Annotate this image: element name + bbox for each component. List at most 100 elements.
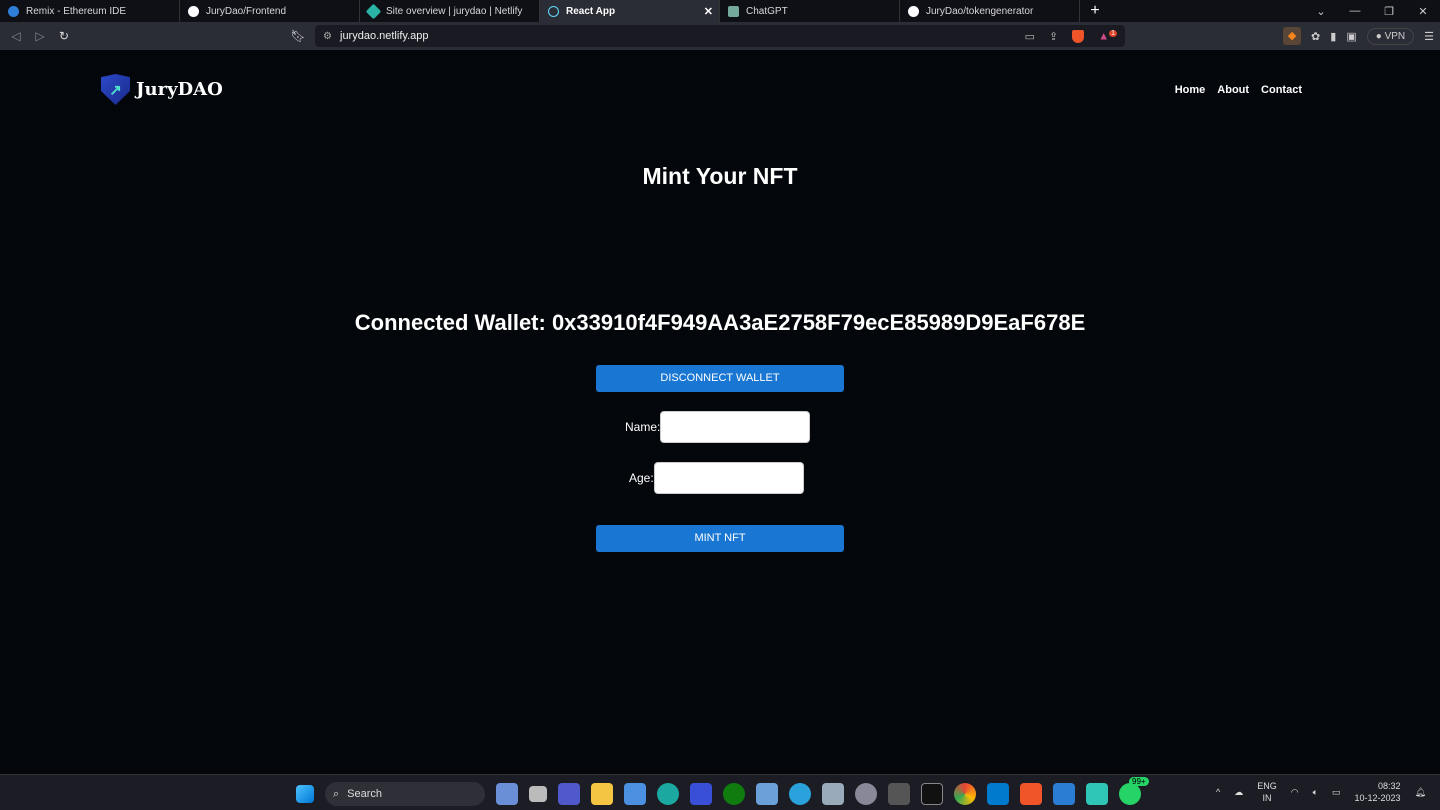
app-icon-2[interactable] xyxy=(888,783,910,805)
edge-icon[interactable] xyxy=(657,783,679,805)
remix-icon xyxy=(8,5,19,17)
site-logo[interactable]: ↗ JuryDAO xyxy=(101,74,223,105)
tab-netlify[interactable]: Site overview | jurydao | Netlify xyxy=(360,0,540,22)
chrome-icon[interactable] xyxy=(954,783,976,805)
tab-title: React App xyxy=(566,5,616,17)
netlify-icon xyxy=(365,3,382,19)
name-label: Name: xyxy=(625,420,661,434)
remote-desktop-icon[interactable] xyxy=(756,783,778,805)
tab-title: ChatGPT xyxy=(746,5,788,17)
tab-react-app[interactable]: React App ✕ xyxy=(540,0,720,22)
age-input[interactable] xyxy=(653,462,804,494)
chevron-up-icon[interactable]: ^ xyxy=(1216,787,1220,797)
nav-contact[interactable]: Contact xyxy=(1261,84,1302,96)
date: 10-12-2023 xyxy=(1354,793,1401,803)
bookmark-icon[interactable]: 🔖︎ xyxy=(286,29,310,43)
store-icon[interactable] xyxy=(624,783,646,805)
wallet-icon[interactable]: ▣ xyxy=(1346,30,1356,43)
tab-strip: Remix - Ethereum IDE JuryDao/Frontend Si… xyxy=(0,0,1440,22)
start-icon[interactable] xyxy=(296,785,314,803)
taskbar: ⌕ Search 99+ ^ ☁ ENG IN ◠ 🔈︎ ▭ 08:32 10-12-… xyxy=(0,774,1440,810)
photos-icon[interactable] xyxy=(822,783,844,805)
new-tab-button[interactable]: + xyxy=(1080,0,1110,22)
brave-icon[interactable] xyxy=(1020,783,1042,805)
taskbar-search[interactable]: ⌕ Search xyxy=(325,782,485,806)
cast-icon[interactable]: ▭ xyxy=(1025,30,1035,43)
tab-chatgpt[interactable]: ChatGPT xyxy=(720,0,900,22)
tab-remix[interactable]: Remix - Ethereum IDE xyxy=(0,0,180,22)
chatgpt-icon xyxy=(728,5,739,17)
connected-wallet: Connected Wallet: 0x33910f4F949AA3aE2758… xyxy=(354,310,1086,335)
react-icon xyxy=(548,5,559,17)
lang: ENG xyxy=(1257,781,1277,791)
copilot-icon[interactable] xyxy=(496,783,518,805)
address-bar[interactable]: ⚙ jurydao.netlify.app ▭ ⇪ ▲ 1 xyxy=(315,25,1125,47)
tab-title: JuryDao/Frontend xyxy=(206,5,287,17)
tab-title: JuryDao/tokengenerator xyxy=(926,5,1034,17)
search-label: Search xyxy=(347,788,383,800)
age-label: Age: xyxy=(629,471,654,485)
region: IN xyxy=(1262,793,1272,803)
notifications-icon[interactable]: 🔔︎ xyxy=(1415,787,1426,798)
telegram-icon[interactable] xyxy=(789,783,811,805)
brave-shields-icon[interactable] xyxy=(1072,29,1085,43)
onedrive-icon[interactable]: ☁ xyxy=(1234,787,1243,798)
mint-nft-button[interactable]: MINT NFT xyxy=(596,525,844,552)
minimize-icon[interactable]: — xyxy=(1338,5,1372,17)
url-text: jurydao.netlify.app xyxy=(340,30,429,42)
close-window-icon[interactable]: ✕ xyxy=(1406,5,1440,18)
name-row: Name: xyxy=(625,411,811,443)
docs-icon[interactable] xyxy=(1053,783,1075,805)
share-icon[interactable]: ⇪ xyxy=(1049,30,1058,43)
language-indicator[interactable]: ENG IN xyxy=(1257,780,1277,804)
terminal-icon[interactable] xyxy=(921,783,943,805)
clock[interactable]: 08:32 10-12-2023 xyxy=(1355,780,1401,804)
tab-github-frontend[interactable]: JuryDao/Frontend xyxy=(180,0,360,22)
app-icon-3[interactable] xyxy=(1086,783,1108,805)
reload-icon[interactable]: ↻ xyxy=(52,29,76,43)
search-icon: ⌕ xyxy=(333,787,340,800)
logo-text: JuryDAO xyxy=(136,79,223,100)
tab-title: Site overview | jurydao | Netlify xyxy=(386,5,523,17)
sidebar-icon[interactable]: ▮ xyxy=(1330,30,1336,43)
close-tab-icon[interactable]: ✕ xyxy=(704,5,713,18)
vscode-icon[interactable] xyxy=(987,783,1009,805)
app-icon[interactable] xyxy=(690,783,712,805)
extensions-icon[interactable]: ✿ xyxy=(1311,30,1320,43)
xbox-icon[interactable] xyxy=(723,783,745,805)
vpn-label: VPN xyxy=(1384,30,1406,42)
forward-icon[interactable]: ▷ xyxy=(28,29,52,43)
shield-logo-icon: ↗ xyxy=(101,74,130,105)
site-nav: Home About Contact xyxy=(1175,84,1302,96)
settings-icon[interactable] xyxy=(855,783,877,805)
age-row: Age: xyxy=(629,462,804,494)
file-explorer-icon[interactable] xyxy=(591,783,613,805)
teams-icon[interactable] xyxy=(558,783,580,805)
disconnect-wallet-button[interactable]: DISCONNECT WALLET xyxy=(596,365,844,392)
volume-icon[interactable]: 🔈︎ xyxy=(1313,787,1318,798)
nav-home[interactable]: Home xyxy=(1175,84,1206,96)
whatsapp-badge: 99+ xyxy=(1129,777,1149,786)
github-icon xyxy=(908,5,919,17)
tab-github-tokengenerator[interactable]: JuryDao/tokengenerator xyxy=(900,0,1080,22)
task-view-icon[interactable] xyxy=(529,786,547,802)
page-title: Mint Your NFT xyxy=(642,163,798,189)
whatsapp-icon[interactable]: 99+ xyxy=(1119,777,1149,805)
notification-badge: 1 xyxy=(1109,29,1117,37)
battery-icon[interactable]: ▭ xyxy=(1332,787,1341,798)
name-input[interactable] xyxy=(660,411,811,443)
back-icon[interactable]: ◁ xyxy=(4,29,28,43)
menu-icon[interactable]: ☰ xyxy=(1424,30,1434,43)
nav-about[interactable]: About xyxy=(1217,84,1249,96)
vpn-button[interactable]: ● VPN xyxy=(1366,27,1415,45)
restore-icon[interactable]: ❐ xyxy=(1372,5,1406,18)
time: 08:32 xyxy=(1378,781,1401,791)
tab-title: Remix - Ethereum IDE xyxy=(26,5,127,17)
github-icon xyxy=(188,5,199,17)
web-page: ↗ JuryDAO Home About Contact Mint Your N… xyxy=(0,50,1440,774)
wifi-icon[interactable]: ◠ xyxy=(1291,787,1299,798)
metamask-icon[interactable]: ◆ xyxy=(1283,27,1302,45)
tab-search-icon[interactable]: ⌄ xyxy=(1304,5,1338,18)
brave-rewards-icon[interactable]: ▲ 1 xyxy=(1098,29,1117,42)
site-settings-icon[interactable]: ⚙ xyxy=(323,31,332,42)
